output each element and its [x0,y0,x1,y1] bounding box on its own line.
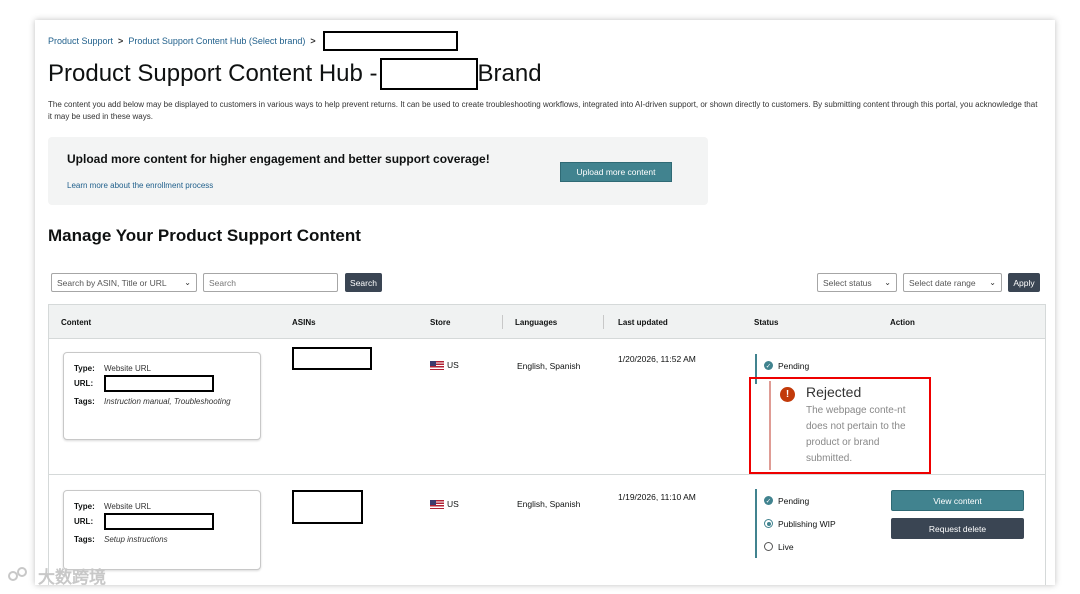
check-circle-icon: ✓ [764,361,773,370]
url-label: URL: [74,379,94,388]
header-languages: Languages [515,318,558,327]
content-card: Type: Website URL URL: Tags: Instruction m… [63,352,261,440]
chevron-down-icon: ⌄ [884,278,891,287]
apply-button[interactable]: Apply [1008,273,1040,292]
store-cell: US [430,499,459,509]
search-button[interactable]: Search [345,273,382,292]
url-label: URL: [74,517,94,526]
status-label: Live [778,541,794,552]
chevron-down-icon: ⌄ [989,278,996,287]
enrollment-link[interactable]: Learn more about the enrollment process [67,181,213,190]
languages-cell: English, Spanish [517,499,581,509]
upload-more-content-button[interactable]: Upload more content [560,162,672,182]
status-publishing-wip: Publishing WIP [764,512,836,535]
header-content: Content [61,318,92,327]
search-by-select[interactable]: Search by ASIN, Title or URL ⌄ [51,273,197,292]
section-title: Manage Your Product Support Content [48,226,361,245]
type-label: Type: [74,364,95,373]
table-row: Type: Website URL URL: Tags: Instruction m… [49,340,1045,474]
check-circle-icon: ✓ [764,496,773,505]
status-select-label: Select status [823,277,872,288]
status-label: Pending [778,495,810,506]
watermark-logo-icon [8,566,36,585]
page-title-suffix: Brand [477,60,542,87]
header-divider [603,315,604,329]
radio-dot-icon [764,519,773,528]
table-header: Content ASINs Store Languages Last updat… [49,305,1045,339]
watermark: 大数跨境 [8,563,106,588]
page-frame: Product Support > Product Support Conten… [35,20,1055,585]
breadcrumb-separator: > [118,36,124,46]
status-label: Publishing WIP [778,518,836,529]
last-updated-cell: 1/19/2026, 11:10 AM [618,492,696,502]
page-title: Product Support Content Hub - Brand [48,58,542,90]
table-row: Type: Website URL URL: Tags: Setup instruc… [49,474,1045,585]
redacted-brand-breadcrumb [322,31,458,51]
watermark-text: 大数跨境 [38,568,106,587]
redacted-brand-name [379,58,478,90]
redacted-url [104,513,214,530]
status-select[interactable]: Select status ⌄ [817,273,897,292]
status-pending: ✓ Pending [764,354,809,377]
view-content-button[interactable]: View content [891,490,1024,511]
tags-label: Tags: [74,397,95,406]
status-line [769,381,771,470]
date-range-select[interactable]: Select date range ⌄ [903,273,1002,292]
intro-text: The content you add below may be display… [48,100,1038,121]
status-live: Live [764,535,836,558]
type-value: Website URL [104,364,151,373]
breadcrumb-product-support[interactable]: Product Support [48,36,113,46]
rejection-reason: The webpage conte-nt does not pertain to… [806,405,906,464]
search-input[interactable] [203,273,338,292]
store-value: US [447,499,459,509]
redacted-asin [292,490,363,524]
breadcrumb-content-hub[interactable]: Product Support Content Hub (Select bran… [128,36,305,46]
date-select-label: Select date range [909,277,976,288]
content-table: Content ASINs Store Languages Last updat… [48,304,1046,585]
store-cell: US [430,360,459,370]
status-rejected: Rejected [806,384,862,400]
tags-value: Instruction manual, Troubleshooting [104,397,231,406]
tags-value: Setup instructions [104,535,168,544]
us-flag-icon [430,360,444,370]
type-label: Type: [74,502,95,511]
header-last-updated: Last updated [618,318,668,327]
breadcrumb: Product Support > Product Support Conten… [48,31,458,51]
last-updated-cell: 1/20/2026, 11:52 AM [618,354,696,364]
redacted-asin [292,347,372,370]
header-action: Action [890,318,915,327]
status-timeline: ✓ Pending Publishing WIP Live [755,489,836,558]
us-flag-icon [430,499,444,509]
content-card: Type: Website URL URL: Tags: Setup instruc… [63,490,261,570]
banner-heading: Upload more content for higher engagemen… [67,152,490,166]
tags-label: Tags: [74,535,95,544]
page-title-prefix: Product Support Content Hub - [48,60,378,87]
empty-circle-icon [764,542,773,551]
rejected-highlight-box: ! Rejected The webpage conte-nt does not… [749,377,931,474]
search-by-label: Search by ASIN, Title or URL [57,277,167,288]
status-label: Pending [778,360,810,371]
breadcrumb-separator: > [310,36,316,46]
header-store: Store [430,318,451,327]
header-status: Status [754,318,779,327]
type-value: Website URL [104,502,151,511]
error-icon: ! [780,387,795,402]
request-delete-button[interactable]: Request delete [891,518,1024,539]
languages-cell: English, Spanish [517,361,581,371]
header-asins: ASINs [292,318,316,327]
upload-banner: Upload more content for higher engagemen… [48,137,708,205]
header-divider [502,315,503,329]
store-value: US [447,360,459,370]
redacted-url [104,375,214,392]
chevron-down-icon: ⌄ [184,278,191,287]
status-pending: ✓ Pending [764,489,836,512]
